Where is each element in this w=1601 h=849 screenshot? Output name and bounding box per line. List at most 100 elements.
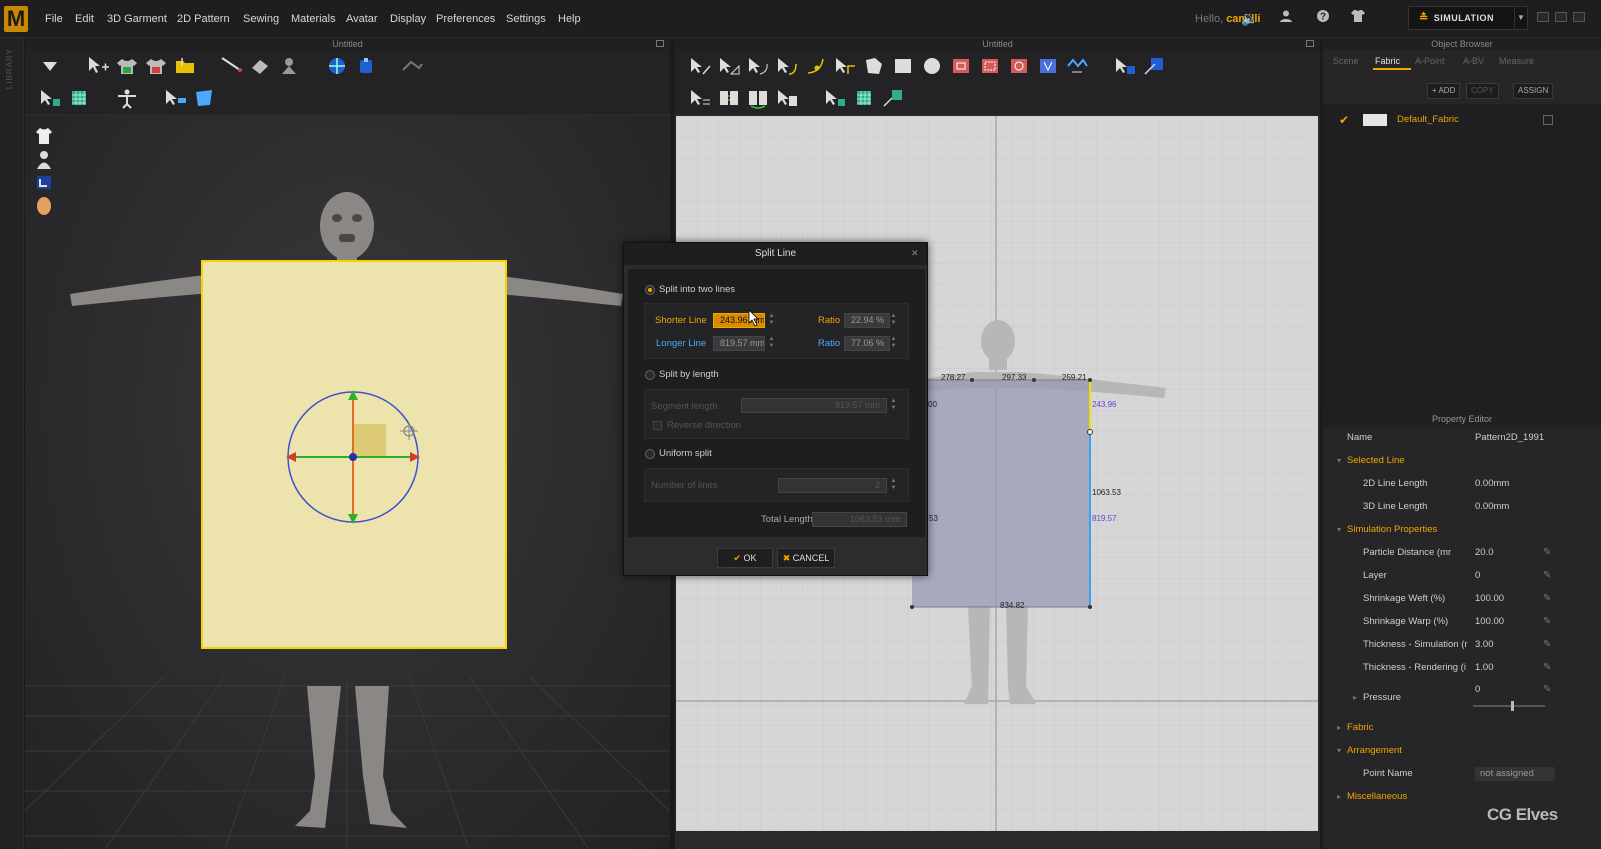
fabric-save-icon[interactable]	[1543, 115, 1553, 125]
2d-transform-icon[interactable]	[687, 54, 713, 78]
section-miscellaneous[interactable]: ▸ Miscellaneous	[1323, 786, 1601, 808]
2d-polygon-icon[interactable]	[861, 54, 887, 78]
reverse-direction-checkbox[interactable]	[653, 421, 662, 430]
transform-gizmo[interactable]	[280, 384, 426, 530]
shorter-ratio-input[interactable]: 22.94 %	[844, 313, 890, 328]
menu-2d-pattern[interactable]: 2D Pattern	[177, 13, 230, 25]
garment-select-icon[interactable]	[114, 54, 140, 78]
2d-curve-point-icon[interactable]	[774, 54, 800, 78]
longer-ratio-input[interactable]: 77.06 %	[844, 336, 890, 351]
arrangement-icon[interactable]	[324, 54, 350, 78]
section-selected-line[interactable]: ▾ Selected Line	[1323, 450, 1601, 472]
longer-spinner[interactable]: ▲ ▼	[768, 336, 775, 351]
2d-internal-line-icon[interactable]	[832, 54, 858, 78]
radio-split-by-length[interactable]	[645, 370, 655, 380]
2d-internal-polygon-icon[interactable]	[948, 54, 974, 78]
list-item[interactable]: ✔ Default_Fabric	[1323, 110, 1601, 130]
value[interactable]: 100.00	[1475, 588, 1504, 610]
hanger-icon[interactable]	[35, 172, 53, 192]
radio-split-two-lines[interactable]	[645, 285, 655, 295]
section-simulation[interactable]: ▾ Simulation Properties	[1323, 519, 1601, 541]
2d-m-n-sew-icon[interactable]	[745, 86, 771, 110]
menu-3d-garment[interactable]: 3D Garment	[107, 13, 167, 25]
menu-settings[interactable]: Settings	[506, 13, 546, 25]
value[interactable]: 100.00	[1475, 611, 1504, 633]
pin-icon[interactable]: ✎	[1543, 565, 1551, 587]
tab-a-point[interactable]: A-Point	[1415, 54, 1445, 68]
menu-display[interactable]: Display	[390, 13, 426, 25]
lines-spinner[interactable]: ▲ ▼	[890, 478, 897, 493]
value[interactable]: 1.00	[1475, 657, 1494, 679]
pin-icon[interactable]: ✎	[1543, 588, 1551, 610]
simulation-dropdown[interactable]: ▼	[1514, 6, 1528, 30]
garment-icon[interactable]	[1349, 9, 1367, 27]
maximize-button[interactable]	[1555, 12, 1567, 22]
avatar-pose-icon[interactable]	[114, 86, 140, 110]
menu-avatar[interactable]: Avatar	[346, 13, 378, 25]
select-avatar-icon[interactable]	[162, 86, 188, 110]
ok-button[interactable]: ✔ OK	[717, 548, 773, 568]
value[interactable]: not assigned	[1475, 767, 1555, 781]
pin-icon[interactable]: ✎	[1543, 611, 1551, 633]
longer-line-input[interactable]: 819.57 mm	[713, 336, 765, 351]
pressure-slider[interactable]	[1473, 701, 1545, 711]
measure-tool-icon[interactable]	[399, 54, 425, 78]
tab-a-bv[interactable]: A-BV	[1463, 54, 1484, 68]
tab-scene[interactable]: Scene	[1333, 54, 1359, 68]
menu-file[interactable]: File	[45, 13, 63, 25]
help-icon[interactable]: ?	[1314, 9, 1332, 27]
section-fabric[interactable]: ▸ Fabric	[1323, 717, 1601, 739]
2d-dart-icon[interactable]	[1035, 54, 1061, 78]
simulation-button[interactable]: ≛ SIMULATION	[1408, 6, 1520, 30]
2d-add-point-icon[interactable]	[803, 54, 829, 78]
2d-select-mesh-icon[interactable]	[822, 86, 848, 110]
radio-uniform-split[interactable]	[645, 449, 655, 459]
option-two-lines-label[interactable]: Split into two lines	[659, 284, 735, 295]
2d-rectangle-icon[interactable]	[890, 54, 916, 78]
2d-pleat-icon[interactable]	[1064, 54, 1090, 78]
value[interactable]: 3.00	[1475, 634, 1494, 656]
menu-edit[interactable]: Edit	[75, 13, 94, 25]
arrangement-point-icon[interactable]	[353, 54, 379, 78]
2d-internal-rect-icon[interactable]	[977, 54, 1003, 78]
longer-ratio-spinner[interactable]: ▲ ▼	[890, 336, 897, 351]
library-strip[interactable]: LIBRARY	[0, 38, 24, 849]
folder-icon[interactable]	[172, 54, 198, 78]
menu-preferences[interactable]: Preferences	[436, 13, 495, 25]
add-button[interactable]: + ADD	[1427, 83, 1461, 99]
value[interactable]: 0.00mm	[1475, 473, 1509, 495]
close-button[interactable]	[1573, 12, 1585, 22]
download-icon[interactable]	[37, 54, 63, 78]
slider-handle[interactable]	[1511, 701, 1514, 711]
fabric-drape-icon[interactable]	[191, 86, 217, 110]
pin-tool-icon[interactable]	[218, 54, 244, 78]
2d-edit-sew-icon[interactable]	[774, 86, 800, 110]
option-uniform-label[interactable]: Uniform split	[659, 448, 712, 459]
menu-materials[interactable]: Materials	[291, 13, 336, 25]
fold-tool-icon[interactable]	[247, 54, 273, 78]
pin-icon[interactable]: ✎	[1543, 634, 1551, 656]
garment-remove-icon[interactable]	[143, 54, 169, 78]
value[interactable]: 0	[1475, 565, 1480, 587]
shorter-spinner[interactable]: ▲ ▼	[768, 313, 775, 328]
tab-fabric[interactable]: Fabric	[1375, 54, 1400, 68]
cancel-button[interactable]: ✖ CANCEL	[777, 548, 835, 568]
tab-measure[interactable]: Measure	[1499, 54, 1534, 68]
number-of-lines-input[interactable]: 2	[778, 478, 887, 493]
2d-edit-pattern-icon[interactable]	[716, 54, 742, 78]
2d-edit-curve-icon[interactable]	[745, 54, 771, 78]
2d-circle-icon[interactable]	[919, 54, 945, 78]
garment-display-icon[interactable]	[35, 126, 53, 146]
shorter-ratio-spinner[interactable]: ▲ ▼	[890, 313, 897, 328]
user-icon[interactable]	[1277, 9, 1295, 27]
menu-help[interactable]: Help	[558, 13, 581, 25]
minimize-button[interactable]	[1537, 12, 1549, 22]
2d-mesh-icon[interactable]	[851, 86, 877, 110]
viewport-3d[interactable]	[25, 116, 670, 849]
assign-button[interactable]: ASSIGN	[1513, 83, 1554, 99]
name-value[interactable]: Pattern2D_1991	[1475, 427, 1544, 449]
segment-spinner[interactable]: ▲ ▼	[890, 398, 897, 413]
avatar-skin-icon[interactable]	[35, 196, 53, 216]
option-by-length-label[interactable]: Split by length	[659, 369, 719, 380]
avatar-display-icon[interactable]	[35, 150, 53, 170]
